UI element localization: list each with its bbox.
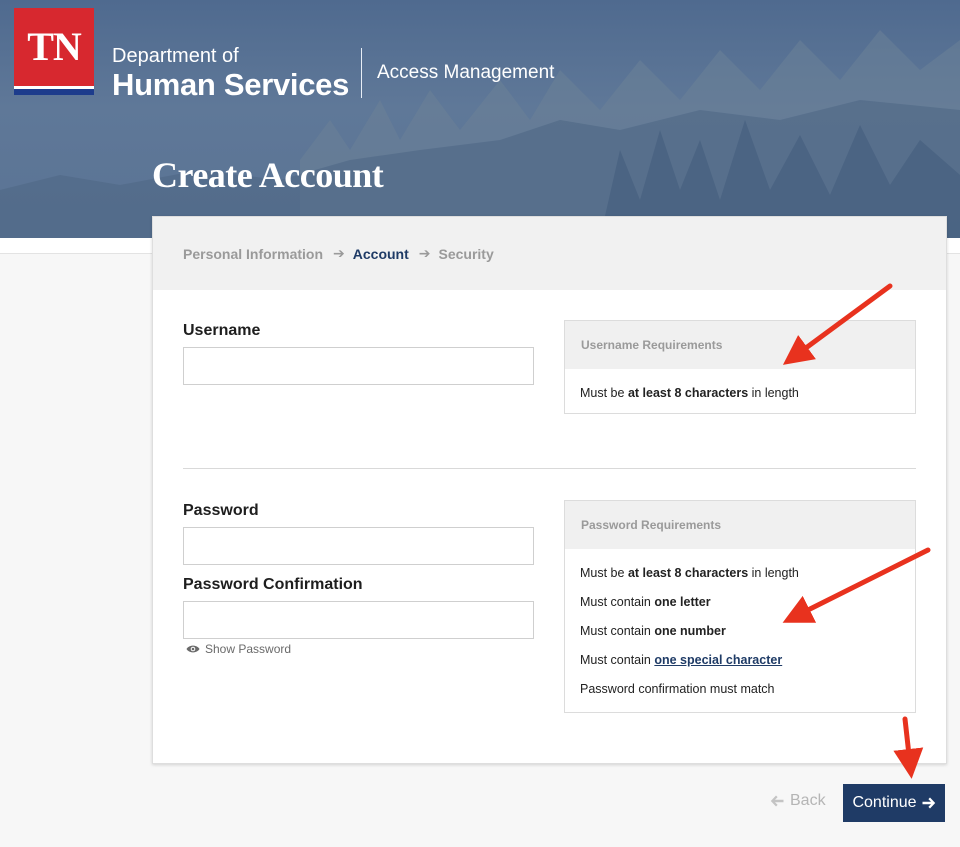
req-prefix: Must be: [580, 386, 628, 400]
forest-background-image: [0, 30, 960, 238]
page-title: Create Account: [152, 155, 384, 195]
password-requirement-number: Must contain one number: [580, 617, 900, 646]
step-account: Account: [352, 245, 409, 262]
req-text: Password confirmation must match: [580, 682, 775, 696]
req-prefix: Must be: [580, 566, 628, 580]
arrow-right-icon: [922, 797, 935, 809]
step-progress: Personal Information ➔ Account ➔ Securit…: [153, 217, 946, 290]
back-button[interactable]: Back: [770, 792, 826, 810]
req-prefix: Must contain: [580, 653, 655, 667]
tn-logo[interactable]: TN: [14, 8, 94, 98]
hero-banner: TN Department of Human Services Access M…: [0, 0, 960, 238]
logo-stripe-blue: [14, 89, 94, 95]
step-security: Security: [438, 245, 494, 262]
arrow-right-icon: ➔: [418, 245, 431, 261]
password-requirement-match: Password confirmation must match: [580, 675, 900, 704]
username-label: Username: [183, 322, 261, 339]
username-requirement-length: Must be at least 8 characters in length: [580, 379, 900, 408]
req-suffix: in length: [748, 386, 799, 400]
req-suffix: in length: [748, 566, 799, 580]
arrow-left-icon: [770, 795, 784, 807]
department-name: Department of Human Services: [112, 44, 349, 102]
password-label: Password: [183, 502, 259, 519]
section-divider: [183, 468, 916, 469]
continue-label: Continue: [852, 794, 917, 811]
special-character-link[interactable]: one special character: [654, 653, 782, 667]
eye-icon: [186, 645, 200, 653]
continue-button[interactable]: Continue: [843, 784, 945, 822]
password-confirmation-input[interactable]: [183, 601, 534, 639]
username-requirements-title: Username Requirements: [565, 321, 915, 369]
department-line1: Department of: [112, 45, 239, 67]
arrow-right-icon: ➔: [333, 245, 345, 261]
password-input[interactable]: [183, 527, 534, 565]
create-account-card: Personal Information ➔ Account ➔ Securit…: [152, 216, 947, 764]
req-prefix: Must contain: [580, 624, 655, 638]
header-divider: [361, 48, 362, 98]
password-requirements-box: Password Requirements Must be at least 8…: [564, 500, 916, 713]
step-personal-information: Personal Information: [183, 245, 324, 262]
back-label: Back: [790, 792, 826, 809]
show-password-label: Show Password: [205, 642, 292, 656]
password-requirement-length: Must be at least 8 characters in length: [580, 559, 900, 588]
app-name: Access Management: [377, 62, 555, 83]
req-bold: at least 8 characters: [627, 566, 749, 580]
req-bold: one letter: [654, 595, 711, 609]
password-requirement-special: Must contain one special character: [580, 646, 900, 675]
password-requirement-letter: Must contain one letter: [580, 588, 900, 617]
req-prefix: Must contain: [580, 595, 655, 609]
username-input[interactable]: [183, 347, 534, 385]
req-bold: at least 8 characters: [627, 386, 749, 400]
username-requirements-box: Username Requirements Must be at least 8…: [564, 320, 916, 414]
tn-logo-text: TN: [14, 8, 94, 86]
password-confirmation-label: Password Confirmation: [183, 576, 363, 593]
department-line2: Human Services: [112, 67, 350, 102]
password-requirements-title: Password Requirements: [565, 501, 915, 549]
show-password-toggle[interactable]: Show Password: [186, 642, 291, 656]
req-bold: one number: [654, 624, 726, 638]
